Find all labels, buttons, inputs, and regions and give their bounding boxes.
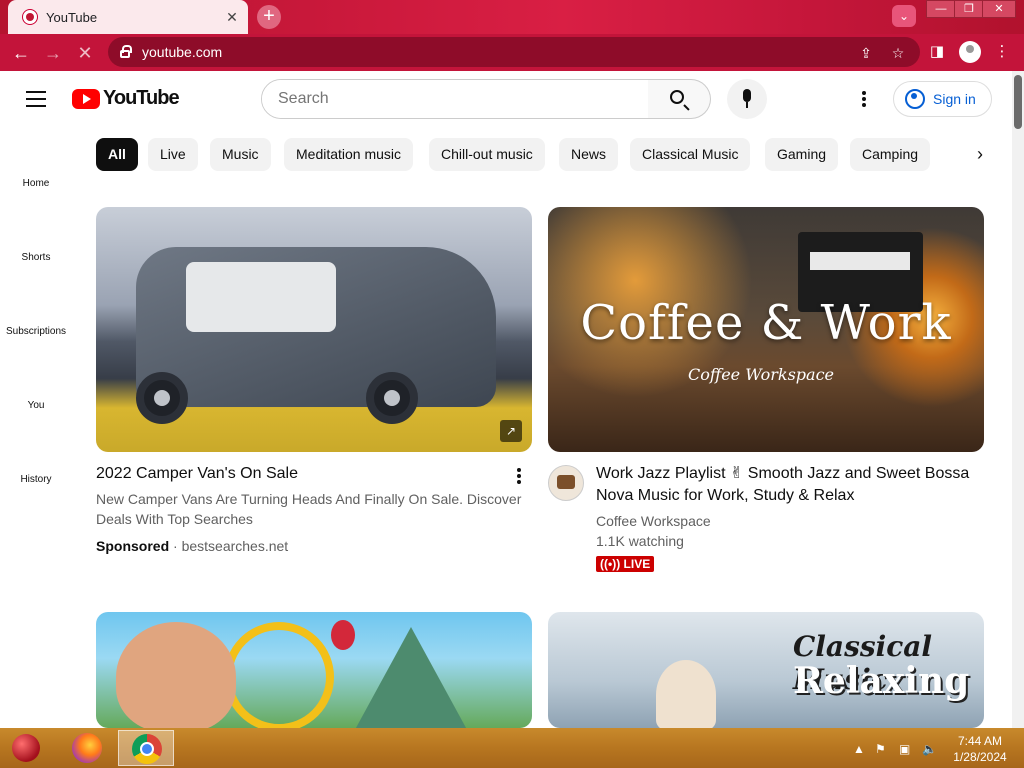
chip-camping[interactable]: Camping bbox=[850, 138, 931, 171]
thumbnail-subtitle-text: Relaxing bbox=[793, 660, 970, 702]
video-description: New Camper Vans Are Turning Heads And Fi… bbox=[96, 491, 522, 527]
ferris-wheel-illustration bbox=[224, 622, 334, 728]
voice-search-mic-icon[interactable] bbox=[727, 79, 767, 119]
chips-next-chevron-icon[interactable]: › bbox=[968, 142, 992, 166]
tab-search-button[interactable]: ⌄ bbox=[892, 5, 916, 27]
channel-name[interactable]: Coffee Workspace bbox=[596, 511, 711, 531]
search-box[interactable] bbox=[261, 79, 649, 119]
sidebar-item-home[interactable]: Home bbox=[0, 178, 72, 189]
person-face-illustration bbox=[116, 622, 236, 728]
share-icon[interactable]: ⇪ bbox=[857, 44, 875, 62]
firefox-icon bbox=[72, 733, 102, 763]
browser-titlebar: YouTube ✕ + ⌄ — ❐ ✕ bbox=[0, 0, 1024, 34]
channel-avatar[interactable] bbox=[548, 465, 584, 501]
back-icon[interactable]: ← bbox=[10, 42, 32, 64]
sidebar-item-you[interactable]: You bbox=[0, 400, 72, 411]
van-interior-illustration bbox=[186, 262, 336, 332]
video-thumbnail-classical-music[interactable]: Classical Music Relaxing bbox=[548, 612, 984, 728]
sidebar-item-shorts[interactable]: Shorts bbox=[0, 252, 72, 263]
video-title[interactable]: Work Jazz Playlist ✌ Smooth Jazz and Swe… bbox=[596, 463, 984, 507]
new-tab-button[interactable]: + bbox=[257, 5, 281, 29]
address-bar[interactable]: youtube.com ⇪ ☆ bbox=[108, 37, 920, 67]
hamburger-menu-icon[interactable] bbox=[26, 91, 46, 107]
windows-taskbar bbox=[0, 728, 1024, 768]
url-text[interactable]: youtube.com bbox=[142, 44, 222, 60]
logo-text: YouTube bbox=[103, 87, 180, 109]
browser-menu-icon[interactable]: ⋮ bbox=[992, 42, 1012, 62]
balloon-illustration bbox=[331, 620, 355, 650]
thumbnail-subtitle-text: Coffee Workspace bbox=[688, 365, 834, 384]
settings-more-icon[interactable] bbox=[862, 91, 866, 107]
tab-youtube[interactable]: YouTube ✕ bbox=[8, 0, 248, 34]
network-icon[interactable]: ▣ bbox=[899, 742, 910, 756]
youtube-favicon-icon bbox=[22, 9, 38, 25]
profile-avatar-icon[interactable] bbox=[959, 41, 981, 63]
video-thumbnail-park[interactable] bbox=[96, 612, 532, 728]
chip-all[interactable]: All bbox=[96, 138, 138, 171]
start-ornament-icon bbox=[12, 734, 40, 762]
video-thumbnail-camper-van[interactable]: ↗ bbox=[96, 207, 532, 452]
minimize-button[interactable]: — bbox=[926, 0, 956, 18]
chip-chill-out-music[interactable]: Chill-out music bbox=[429, 138, 545, 171]
clock-time: 7:44 AM bbox=[957, 734, 1003, 748]
video-thumbnail-coffee-work[interactable]: Coffee & Work Coffee Workspace bbox=[548, 207, 984, 452]
external-link-icon[interactable]: ↗ bbox=[500, 420, 522, 442]
view-count: 1.1K watching bbox=[596, 533, 684, 549]
tab-close-icon[interactable]: ✕ bbox=[224, 9, 240, 25]
sponsor-domain: · bestsearches.net bbox=[173, 538, 289, 554]
taskbar-firefox[interactable] bbox=[58, 730, 114, 766]
thumbnail-title-text: Coffee & Work bbox=[580, 295, 952, 351]
browser-toolbar: ← → ✕ youtube.com ⇪ ☆ bbox=[0, 34, 1024, 71]
lock-icon[interactable] bbox=[120, 45, 132, 58]
forward-icon[interactable]: → bbox=[42, 42, 64, 64]
video-more-options-icon[interactable] bbox=[517, 468, 521, 484]
system-clock[interactable]: 7:44 AM 1/28/2024 bbox=[948, 733, 1012, 765]
sponsor-line[interactable]: Sponsored · bestsearches.net bbox=[96, 536, 526, 556]
volume-muted-icon[interactable]: 🔈 bbox=[922, 742, 937, 756]
account-circle-icon bbox=[905, 89, 925, 109]
youtube-play-icon bbox=[72, 88, 100, 109]
sidebar-item-history[interactable]: History bbox=[0, 474, 72, 485]
chip-classical-music[interactable]: Classical Music bbox=[630, 138, 751, 171]
action-center-flag-icon[interactable]: ⚑ bbox=[875, 742, 886, 756]
start-button[interactable] bbox=[0, 730, 56, 766]
sponsored-label: Sponsored bbox=[96, 538, 170, 554]
sign-in-button[interactable]: Sign in bbox=[893, 81, 992, 117]
show-hidden-icons-icon[interactable]: ▲ bbox=[853, 742, 865, 756]
bookmark-star-icon[interactable]: ☆ bbox=[889, 44, 907, 62]
restore-button[interactable]: ❐ bbox=[954, 0, 984, 18]
live-badge: ((•)) LIVE bbox=[596, 556, 655, 572]
side-panel-icon[interactable]: ◨ bbox=[927, 42, 947, 62]
video-title[interactable]: 2022 Camper Van's On Sale bbox=[96, 463, 506, 485]
search-icon bbox=[670, 90, 684, 104]
chip-live[interactable]: Live bbox=[148, 138, 198, 171]
mountain-illustration bbox=[351, 627, 471, 728]
van-wheel-illustration bbox=[136, 372, 188, 424]
clock-date: 1/28/2024 bbox=[953, 750, 1007, 764]
van-wheel-illustration bbox=[366, 372, 418, 424]
tab-title: YouTube bbox=[46, 9, 98, 25]
live-label: LIVE bbox=[623, 557, 651, 571]
chip-music[interactable]: Music bbox=[210, 138, 271, 171]
composer-illustration bbox=[656, 660, 716, 728]
sign-in-label: Sign in bbox=[933, 91, 976, 107]
youtube-logo[interactable]: YouTube bbox=[72, 87, 180, 110]
close-window-button[interactable]: ✕ bbox=[982, 0, 1016, 18]
search-input[interactable] bbox=[262, 80, 648, 118]
youtube-header: YouTube Sign in bbox=[0, 71, 1012, 127]
chip-news[interactable]: News bbox=[559, 138, 619, 171]
chip-meditation-music[interactable]: Meditation music bbox=[284, 138, 414, 171]
chrome-icon bbox=[132, 734, 162, 764]
stop-icon[interactable]: ✕ bbox=[74, 42, 96, 64]
page-scrollbar[interactable] bbox=[1012, 71, 1024, 728]
sidebar-item-subscriptions[interactable]: Subscriptions bbox=[0, 326, 72, 337]
scrollbar-thumb[interactable] bbox=[1014, 75, 1022, 129]
search-button[interactable] bbox=[648, 79, 711, 119]
taskbar-chrome[interactable] bbox=[118, 730, 174, 766]
chip-gaming[interactable]: Gaming bbox=[765, 138, 839, 171]
